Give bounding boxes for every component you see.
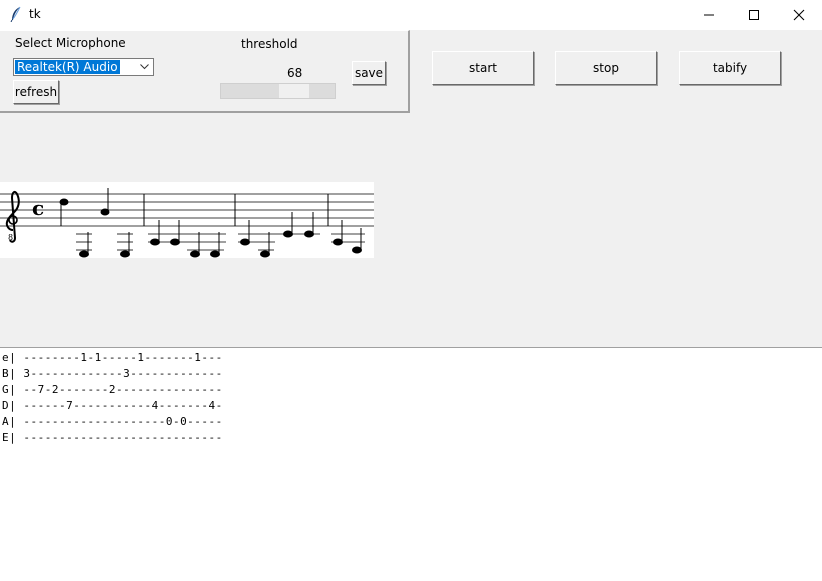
close-button[interactable] <box>776 0 822 30</box>
threshold-label: threshold <box>241 37 298 51</box>
tab-line-low-e: E| ---------------------------- <box>2 431 223 444</box>
tab-line-a: A| --------------------0-0----- <box>2 415 223 428</box>
threshold-slider-handle[interactable] <box>279 84 309 98</box>
refresh-button[interactable]: refresh <box>13 80 59 104</box>
music-notation: 8 c <box>0 182 374 258</box>
start-button[interactable]: start <box>432 51 534 85</box>
tab-line-g: G| --7-2-------2--------------- <box>2 383 223 396</box>
feather-icon <box>9 6 23 23</box>
tab-line-d: D| ------7-----------4-------4- <box>2 399 223 412</box>
tabify-button[interactable]: tabify <box>679 51 781 85</box>
stop-button[interactable]: stop <box>555 51 657 85</box>
microphone-selected-value: Realtek(R) Audio <box>15 60 120 74</box>
chevron-down-icon <box>140 64 149 70</box>
select-microphone-label: Select Microphone <box>15 36 126 50</box>
threshold-slider[interactable] <box>220 83 336 99</box>
microphone-panel: Select Microphone Realtek(R) Audio refre… <box>0 30 410 113</box>
common-time-icon: c <box>32 196 44 220</box>
maximize-icon <box>749 10 759 20</box>
title-bar: tk <box>0 0 822 30</box>
minimize-button[interactable] <box>686 0 732 30</box>
svg-text:8: 8 <box>8 233 13 242</box>
tablature-text-area[interactable]: e| --------1-1-----1-------1--- B| 3----… <box>0 347 822 581</box>
microphone-select[interactable]: Realtek(R) Audio <box>13 58 154 76</box>
main-area: Select Microphone Realtek(R) Audio refre… <box>0 30 822 348</box>
threshold-value: 68 <box>287 66 303 80</box>
maximize-button[interactable] <box>731 0 777 30</box>
window-title: tk <box>29 7 41 21</box>
minimize-icon <box>704 14 714 16</box>
tab-line-b: B| 3-------------3------------- <box>2 367 223 380</box>
tab-line-e: e| --------1-1-----1-------1--- <box>2 351 223 364</box>
close-icon <box>793 9 805 21</box>
save-button[interactable]: save <box>352 61 386 85</box>
